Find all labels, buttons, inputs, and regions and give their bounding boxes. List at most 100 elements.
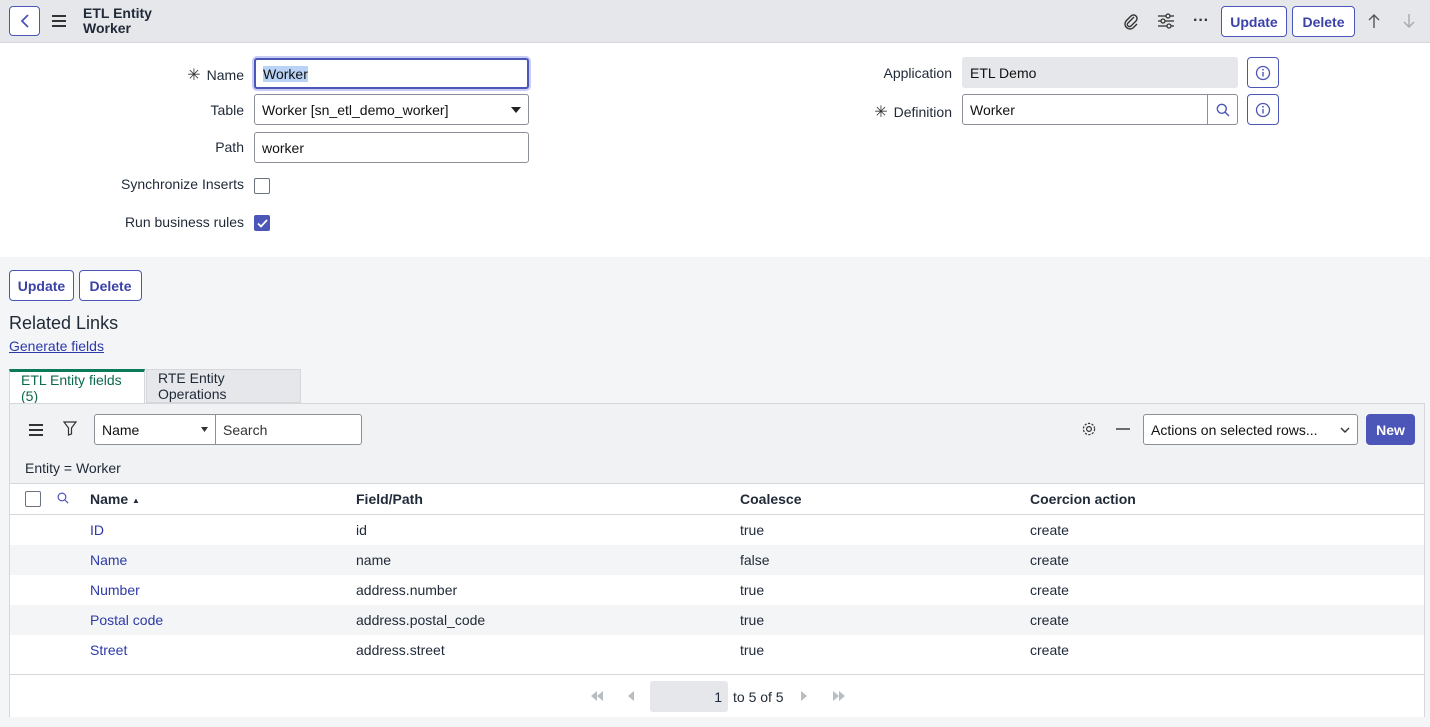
new-button[interactable]: New xyxy=(1366,414,1415,445)
search-icon xyxy=(1216,103,1229,116)
row-coercion: create xyxy=(1030,582,1069,598)
info-icon xyxy=(1255,65,1271,80)
arrow-up-icon[interactable] xyxy=(1365,11,1383,31)
search-field-value: Name xyxy=(102,421,140,438)
row-name-link[interactable]: ID xyxy=(90,522,104,538)
row-coalesce: true xyxy=(740,612,765,628)
row-coalesce: true xyxy=(740,582,765,598)
row-name-link[interactable]: Number xyxy=(90,582,140,598)
tab-etl-entity-fields[interactable]: ETL Entity fields (5) xyxy=(9,369,145,404)
definition-input[interactable]: Worker xyxy=(962,94,1208,125)
sort-ascending-icon: ▲ xyxy=(132,495,140,505)
header-update-button[interactable]: Update xyxy=(1221,6,1287,37)
path-input[interactable]: worker xyxy=(254,132,529,163)
back-button[interactable] xyxy=(9,6,40,36)
info-icon xyxy=(1255,102,1271,117)
required-icon: ✳ xyxy=(874,104,888,121)
path-field-label: Path xyxy=(215,139,244,155)
name-input-value: Worker xyxy=(263,65,308,82)
generate-fields-link[interactable]: Generate fields xyxy=(9,338,104,354)
caret-down-icon xyxy=(511,106,521,113)
actions-on-selected-rows-select[interactable]: Actions on selected rows... xyxy=(1143,414,1358,445)
name-input[interactable]: Worker xyxy=(254,58,529,89)
settings-sliders-icon[interactable] xyxy=(1155,11,1177,31)
row-coalesce: false xyxy=(740,552,770,568)
record-type-label: ETL Entity xyxy=(83,5,152,21)
path-input-value: worker xyxy=(262,139,305,156)
table-row: ID id true create xyxy=(10,515,1424,545)
list-toolbar: Name Search Actions on selected rows... … xyxy=(10,404,1424,454)
row-path: address.postal_code xyxy=(356,612,486,628)
row-name-link[interactable]: Name xyxy=(90,552,127,568)
table-select-value: Worker [sn_etl_demo_worker] xyxy=(262,101,449,118)
definition-lookup-button[interactable] xyxy=(1207,94,1238,125)
collapse-icon[interactable] xyxy=(1113,419,1133,439)
column-header-coalesce[interactable]: Coalesce xyxy=(740,491,801,507)
row-coercion: create xyxy=(1030,642,1069,658)
page-number-value: 1 xyxy=(714,688,722,705)
table-row: Number address.number true create xyxy=(10,575,1424,605)
search-field-select[interactable]: Name xyxy=(94,414,216,445)
caret-down-icon xyxy=(201,427,208,432)
related-links-heading: Related Links xyxy=(9,313,119,333)
definition-field-label: ✳ Definition xyxy=(874,104,952,121)
checkmark-icon xyxy=(256,218,268,228)
row-path: address.street xyxy=(356,642,445,658)
row-name-link[interactable]: Postal code xyxy=(90,612,163,628)
filter-condition-text[interactable]: Entity = Worker xyxy=(25,460,121,476)
previous-page-icon[interactable] xyxy=(622,687,640,705)
run-business-rules-checkbox[interactable] xyxy=(254,215,270,231)
required-icon: ✳ xyxy=(187,67,201,84)
record-form: ✳ Name Worker Table Worker [sn_etl_demo_w… xyxy=(0,43,1430,257)
first-page-icon[interactable] xyxy=(588,687,606,705)
more-options-icon[interactable]: ··· xyxy=(1190,11,1212,31)
column-search-icon[interactable] xyxy=(55,490,71,506)
record-name-label: Worker xyxy=(83,20,131,36)
header-delete-button[interactable]: Delete xyxy=(1292,6,1355,37)
row-path: name xyxy=(356,552,392,568)
page-range-text: to 5 of 5 xyxy=(733,689,784,705)
paperclip-icon[interactable] xyxy=(1121,11,1141,31)
search-placeholder: Search xyxy=(223,421,268,438)
next-page-icon[interactable] xyxy=(795,687,813,705)
filter-icon[interactable] xyxy=(61,419,79,437)
row-name-link[interactable]: Street xyxy=(90,642,127,658)
bottom-delete-button[interactable]: Delete xyxy=(79,270,142,301)
name-field-label: ✳ Name xyxy=(187,67,244,84)
column-header-field-path[interactable]: Field/Path xyxy=(356,491,423,507)
select-all-checkbox[interactable] xyxy=(25,491,41,507)
row-coalesce: true xyxy=(740,522,765,538)
application-info-button[interactable] xyxy=(1247,57,1279,88)
sync-inserts-checkbox[interactable] xyxy=(254,178,270,194)
column-header-coercion-action[interactable]: Coercion action xyxy=(1030,491,1136,507)
table-row: Postal code address.postal_code true cre… xyxy=(10,605,1424,635)
table-row: Name name false create xyxy=(10,545,1424,575)
tab-rte-entity-operations[interactable]: RTE Entity Operations xyxy=(146,369,301,403)
menu-icon[interactable] xyxy=(52,13,66,29)
search-input[interactable]: Search xyxy=(215,414,362,445)
actions-select-value: Actions on selected rows... xyxy=(1151,421,1318,438)
form-header: ETL Entity Worker ··· Update Delete xyxy=(0,0,1430,43)
row-coalesce: true xyxy=(740,642,765,658)
row-coercion: create xyxy=(1030,522,1069,538)
bottom-update-button[interactable]: Update xyxy=(9,270,74,301)
column-header-name[interactable]: Name ▲ xyxy=(90,491,140,507)
table-select[interactable]: Worker [sn_etl_demo_worker] xyxy=(254,94,529,125)
related-list-panel: Name Search Actions on selected rows... … xyxy=(9,403,1425,717)
definition-info-button[interactable] xyxy=(1247,94,1279,125)
table-field-label: Table xyxy=(210,102,244,118)
list-pagination: 1 to 5 of 5 xyxy=(10,674,1424,717)
list-menu-icon[interactable] xyxy=(29,422,43,438)
application-field-label: Application xyxy=(883,65,953,81)
table-row: Street address.street true create xyxy=(10,635,1424,665)
row-path: address.number xyxy=(356,582,458,598)
page-number-input[interactable]: 1 xyxy=(650,681,728,712)
filter-breadcrumb: Entity = Worker xyxy=(10,454,1424,484)
last-page-icon[interactable] xyxy=(830,687,848,705)
gear-icon[interactable] xyxy=(1079,419,1099,439)
page-title: ETL Entity Worker xyxy=(83,6,152,36)
definition-input-value: Worker xyxy=(970,101,1015,118)
row-coercion: create xyxy=(1030,552,1069,568)
arrow-down-icon[interactable] xyxy=(1400,11,1418,31)
chevron-down-icon xyxy=(1340,427,1350,433)
